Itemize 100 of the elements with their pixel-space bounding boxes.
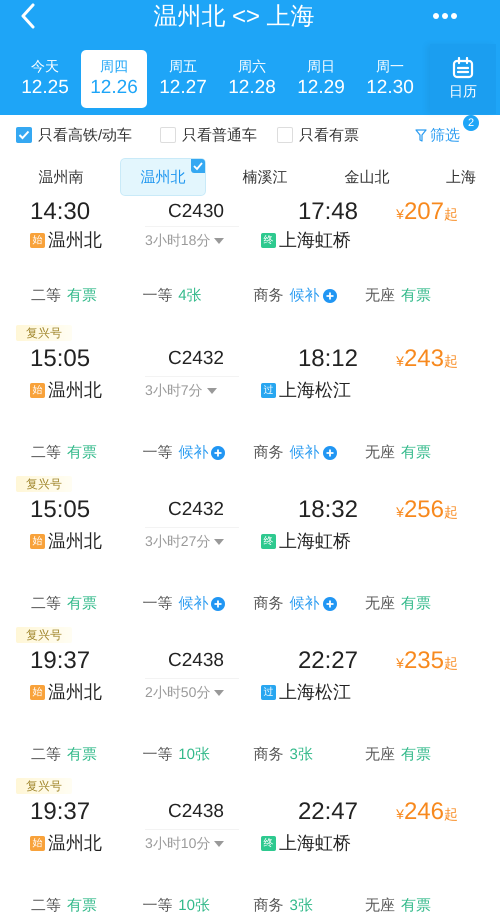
duration-dropdown[interactable]: 2小时50分	[145, 678, 239, 706]
seat-status: 3张	[290, 896, 313, 915]
plus-icon	[322, 288, 336, 302]
station-name: 终 上海虹桥	[261, 529, 351, 553]
departure-time: 14:30	[30, 198, 92, 226]
seat-status: 候补	[178, 443, 208, 462]
arrival-time: 22:47	[296, 798, 358, 826]
seat-class: 二等	[31, 443, 61, 462]
train-type-badge: 复兴号	[16, 325, 72, 341]
station-tag: 始	[30, 534, 45, 548]
train-number: C2432	[167, 348, 225, 370]
seat-status: 候补	[290, 443, 320, 462]
seat-status: 候补	[290, 594, 320, 613]
train-number: C2438	[167, 801, 225, 823]
station-name: 始 温州北	[30, 680, 145, 704]
train-type-badge: 复兴号	[16, 778, 72, 794]
station-tag: 终	[261, 534, 276, 548]
checkbox-label: 只看普通车	[182, 126, 258, 144]
seat-status: 有票	[67, 745, 97, 764]
calendar-button[interactable]: 日历	[430, 44, 496, 114]
station-name: 始 温州北	[30, 831, 145, 855]
train-number: C2438	[167, 650, 225, 672]
station-tab[interactable]: 温州北	[120, 158, 206, 196]
price: ¥243起	[396, 345, 458, 373]
duration-dropdown[interactable]: 3小时7分	[145, 376, 239, 404]
arrival-time: 18:12	[296, 345, 358, 373]
seat-class: 二等	[31, 286, 61, 305]
station-name: 始 温州北	[30, 378, 145, 402]
seat-status: 有票	[400, 745, 431, 764]
departure-time: 19:37	[30, 647, 92, 675]
seat-status: 有票	[400, 896, 431, 915]
station-tag: 过	[261, 684, 276, 700]
seat-status: 有票	[67, 443, 97, 462]
seat-status: 有票	[400, 594, 431, 613]
station-name: 过 上海松江	[261, 378, 351, 402]
page-title: 温州北 <> 上海	[153, 2, 315, 32]
seat-status: 候补	[290, 286, 320, 305]
departure-time: 15:05	[30, 345, 92, 373]
train-type-badge: 复兴号	[16, 476, 72, 492]
station-name: 终 上海虹桥	[261, 228, 351, 252]
train-number: C2430	[167, 201, 225, 223]
caret-icon	[214, 690, 224, 696]
station-tag: 始	[30, 382, 45, 398]
duration-dropdown[interactable]: 3小时18分	[145, 226, 239, 254]
station-tab[interactable]: 金山北	[324, 158, 410, 196]
plus-icon	[322, 596, 336, 610]
duration-dropdown[interactable]: 3小时10分	[145, 829, 239, 857]
count-badge: 2	[463, 114, 479, 130]
seat-status: 候补	[178, 594, 208, 613]
date-tab[interactable]: 今天 12.25	[12, 50, 78, 108]
seat-status: 有票	[67, 594, 97, 613]
check-icon	[18, 130, 30, 140]
more-icon	[432, 12, 458, 20]
seat-class: 无座	[364, 896, 395, 915]
station-tab[interactable]: 楠溪江	[222, 158, 308, 196]
seat-status: 10张	[178, 745, 210, 764]
funnel-icon	[415, 128, 427, 142]
seat-class: 一等	[142, 443, 172, 462]
station-tag: 始	[30, 684, 45, 700]
date-tab[interactable]: 周四 12.26	[81, 50, 147, 108]
date-tab[interactable]: 周五 12.27	[150, 50, 216, 108]
departure-time: 15:05	[30, 496, 92, 524]
seat-status: 3张	[290, 745, 313, 764]
seat-class: 无座	[364, 594, 395, 613]
station-tag: 终	[261, 232, 276, 248]
station-name: 始 温州北	[30, 529, 145, 553]
more-button[interactable]	[430, 10, 460, 22]
station-name: 终 上海虹桥	[261, 831, 351, 855]
date-tab[interactable]: 周一 12.30	[357, 50, 423, 108]
station-name: 过 上海松江	[261, 680, 351, 704]
checkbox[interactable]	[16, 127, 32, 143]
caret-icon	[206, 388, 217, 394]
seat-class: 二等	[31, 594, 61, 613]
seat-class: 一等	[142, 896, 172, 915]
price: ¥235起	[396, 647, 458, 675]
seat-status: 有票	[67, 286, 97, 305]
price: ¥256起	[396, 496, 458, 524]
arrival-time: 18:32	[296, 496, 358, 524]
checkbox-label: 只看高铁/动车	[38, 126, 132, 144]
seat-class: 商务	[254, 286, 284, 305]
seat-class: 无座	[364, 443, 395, 462]
date-tab[interactable]: 周日 12.29	[288, 50, 354, 108]
seat-class: 商务	[254, 594, 284, 613]
station-tab[interactable]: 温州南	[18, 158, 104, 196]
train-type-badge: 复兴号	[16, 627, 72, 643]
duration-dropdown[interactable]: 3小时27分	[145, 527, 239, 555]
back-icon	[20, 3, 36, 29]
seat-status: 有票	[400, 443, 431, 462]
station-tab[interactable]: 上海	[426, 158, 476, 196]
check-corner-icon	[191, 159, 205, 173]
date-tab[interactable]: 周六 12.28	[219, 50, 285, 108]
seat-class: 一等	[142, 594, 172, 613]
arrival-time: 22:27	[296, 647, 358, 675]
seat-class: 二等	[31, 896, 61, 915]
seat-class: 无座	[364, 286, 395, 305]
calendar-icon	[452, 57, 474, 79]
checkbox-label: 只看有票	[299, 126, 360, 144]
plus-icon	[322, 446, 336, 460]
price: ¥207起	[396, 198, 458, 226]
station-name: 始 温州北	[30, 228, 145, 252]
